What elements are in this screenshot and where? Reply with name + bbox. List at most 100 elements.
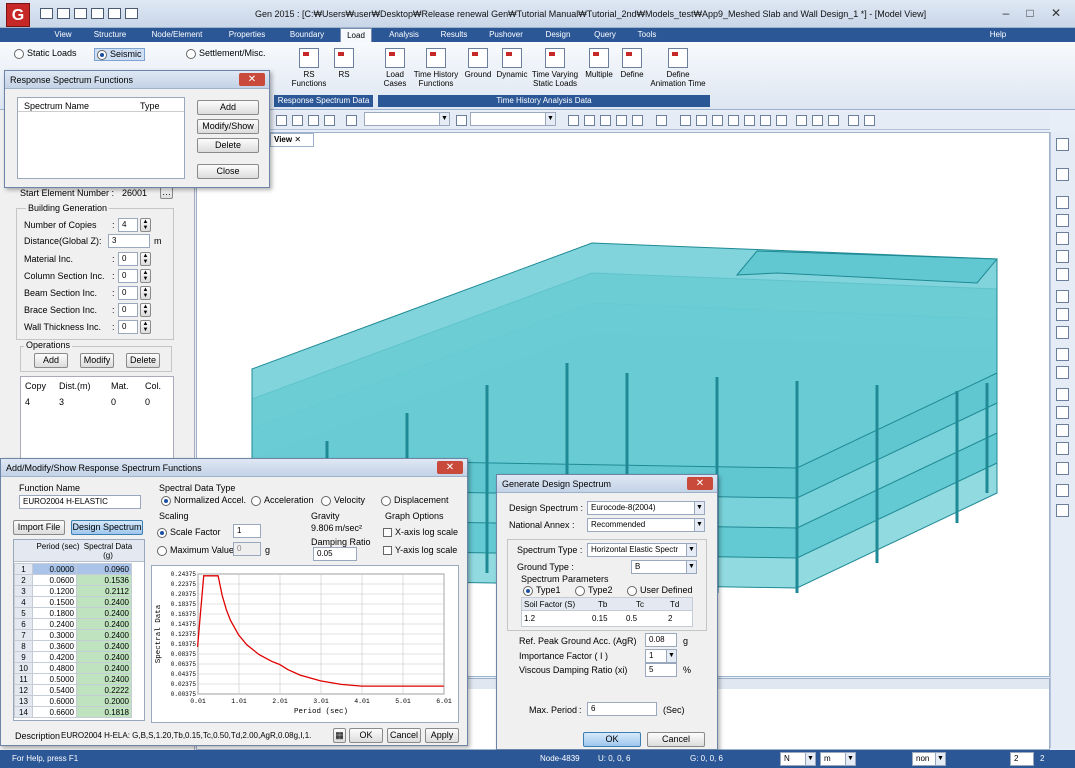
distance-input[interactable]: 3 [108, 234, 150, 248]
save-as-icon[interactable] [91, 8, 104, 19]
define-button[interactable]: Define [617, 48, 647, 79]
row-index[interactable]: 1 [14, 563, 33, 575]
spectrum-list[interactable]: Spectrum Name Type [17, 97, 185, 179]
amd-close-icon[interactable]: ✕ [437, 461, 463, 474]
new-file-icon[interactable] [40, 8, 53, 19]
snap-icon[interactable] [1056, 168, 1069, 181]
page-input[interactable]: 2 [1010, 752, 1034, 766]
table-row[interactable]: 1 0.0000 0.0960 [14, 563, 132, 575]
td-soil-factor[interactable]: 1.2 [524, 614, 535, 623]
define-anim-button[interactable]: Define Animation Time [648, 48, 708, 88]
num-copies-spinner[interactable]: ▲ ▼ [140, 218, 151, 232]
dynamic-button[interactable]: Dynamic [495, 48, 529, 79]
national-annex-select[interactable]: Recommended ▼ [587, 518, 705, 532]
select-window-icon[interactable] [292, 115, 303, 126]
rs-functions-button[interactable]: RS Functions [288, 48, 330, 88]
view-tab-close-icon[interactable]: ✕ [294, 135, 301, 144]
hand-icon[interactable] [1056, 308, 1069, 321]
app-logo[interactable]: G [6, 3, 30, 27]
node-number-icon[interactable] [796, 115, 807, 126]
table-row[interactable]: 4 0.1500 0.2400 [14, 596, 132, 608]
model-view-icon[interactable] [848, 115, 859, 126]
row-index[interactable]: 10 [14, 662, 33, 674]
ground-type-select[interactable]: B ▼ [631, 560, 697, 574]
material-inc-input[interactable]: 0 [118, 252, 138, 266]
period-cell[interactable]: 0.3000 [32, 629, 77, 641]
spectrum-data-table[interactable]: Period (sec) Spectral Data (g) 1 0.0000 0.… [13, 539, 145, 721]
period-cell[interactable]: 0.4200 [32, 651, 77, 663]
render-icon[interactable] [760, 115, 771, 126]
boundary-icon[interactable] [600, 115, 611, 126]
layer2-icon[interactable] [1056, 442, 1069, 455]
iso-view-icon[interactable] [696, 115, 707, 126]
tab-design[interactable]: Design [540, 28, 576, 42]
op-modify-button[interactable]: Modify [80, 353, 114, 368]
max-period-input[interactable]: 6 [587, 702, 657, 716]
spectral-cell[interactable]: 0.2400 [76, 607, 132, 619]
rsf-add-button[interactable]: Add [197, 100, 259, 115]
design-spectrum-button[interactable]: Design Spectrum [71, 520, 143, 535]
tab-properties[interactable]: Properties [222, 28, 272, 42]
row-index[interactable]: 13 [14, 695, 33, 707]
export-icon[interactable] [1056, 504, 1069, 517]
rs-load-cases-button[interactable]: RS [332, 48, 356, 79]
select-polygon-icon[interactable] [308, 115, 319, 126]
pan-icon[interactable] [1056, 290, 1069, 303]
pointer-icon[interactable] [346, 115, 357, 126]
tab-node-element[interactable]: Node/Element [144, 28, 210, 42]
viscous-input[interactable]: 5 [645, 663, 677, 677]
function-name-input[interactable]: EURO2004 H-ELASTIC [19, 495, 141, 509]
minimize-icon[interactable]: – [998, 6, 1014, 20]
radio-user-defined[interactable]: User Defined [627, 585, 693, 596]
tab-tools[interactable]: Tools [632, 28, 662, 42]
rsf-close-icon[interactable]: ✕ [239, 73, 265, 86]
radio-velocity[interactable]: Velocity [321, 495, 365, 506]
shrink-icon[interactable] [776, 115, 787, 126]
column-inc-spinner[interactable]: ▲ ▼ [140, 269, 151, 283]
lock-icon[interactable] [864, 115, 875, 126]
wall-inc-input[interactable]: 0 [118, 320, 138, 334]
period-cell[interactable]: 0.1500 [32, 596, 77, 608]
zoom-in-icon[interactable] [1056, 232, 1069, 245]
copy-view-icon[interactable] [1056, 388, 1069, 401]
element-icon[interactable] [584, 115, 595, 126]
radio-seismic[interactable]: Seismic [94, 48, 145, 61]
filter-icon[interactable] [456, 115, 467, 126]
tab-boundary[interactable]: Boundary [284, 28, 330, 42]
radio-type2[interactable]: Type2 [575, 585, 613, 596]
maximize-icon[interactable]: □ [1022, 6, 1038, 20]
period-cell[interactable]: 0.0000 [32, 563, 77, 575]
amd-ok-button[interactable]: OK [349, 728, 383, 743]
tv-static-button[interactable]: Time Varying Static Loads [530, 48, 580, 88]
spectral-cell[interactable]: 0.2400 [76, 651, 132, 663]
select-intersect-icon[interactable] [324, 115, 335, 126]
row-index[interactable]: 4 [14, 596, 33, 608]
start-element-browse-button[interactable]: … [160, 187, 173, 199]
td-col[interactable]: 0 [145, 397, 150, 407]
flag-icon[interactable] [1056, 484, 1069, 497]
row-index[interactable]: 8 [14, 640, 33, 652]
maximum-value-input[interactable]: 0 [233, 542, 261, 556]
selection-combo[interactable]: ▼ [364, 112, 450, 126]
gds-cancel-button[interactable]: Cancel [647, 732, 705, 747]
display-icon[interactable] [656, 115, 667, 126]
zoom-fit-right-icon[interactable] [1056, 214, 1069, 227]
top-icon[interactable] [1056, 366, 1069, 379]
period-cell[interactable]: 0.6600 [32, 706, 77, 718]
td-td[interactable]: 2 [668, 614, 672, 623]
num-copies-input[interactable]: 4 [118, 218, 138, 232]
description-edit-button[interactable]: ▦ [333, 728, 346, 743]
row-index[interactable]: 5 [14, 607, 33, 619]
zoom-fit-icon[interactable] [680, 115, 691, 126]
brace-inc-input[interactable]: 0 [118, 303, 138, 317]
th-functions-button[interactable]: Time History Functions [412, 48, 460, 88]
node-icon[interactable] [568, 115, 579, 126]
spectrum-type-select[interactable]: Horizontal Elastic Spectr ▼ [587, 543, 697, 557]
spectral-cell[interactable]: 0.2000 [76, 695, 132, 707]
importance-select[interactable]: 1 ▼ [645, 649, 677, 663]
globe-icon[interactable] [728, 115, 739, 126]
tab-analysis[interactable]: Analysis [384, 28, 424, 42]
table-row[interactable]: 11 0.5000 0.2400 [14, 673, 132, 685]
paste-view-icon[interactable] [1056, 406, 1069, 419]
front-view-icon[interactable] [712, 115, 723, 126]
